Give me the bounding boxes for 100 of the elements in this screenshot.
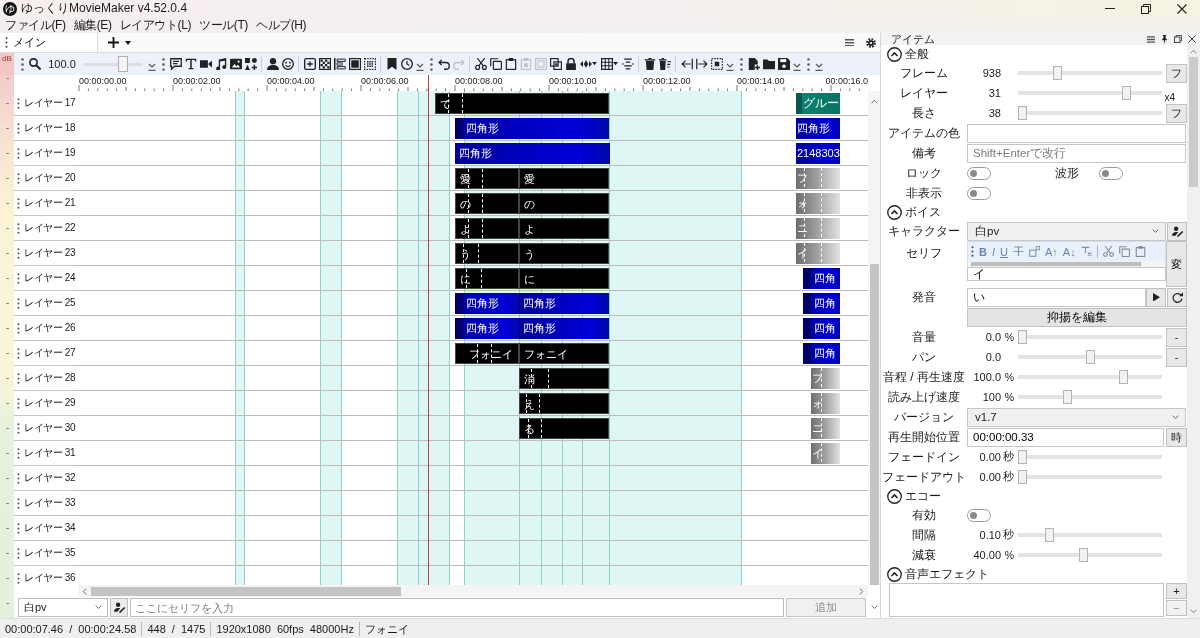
shape-clip[interactable]: 四角形 bbox=[455, 318, 519, 339]
cut-icon[interactable] bbox=[474, 58, 487, 70]
grip-icon[interactable] bbox=[17, 247, 20, 259]
overflow-icon[interactable] bbox=[148, 63, 156, 71]
grip-icon[interactable] bbox=[17, 97, 20, 109]
close-icon[interactable] bbox=[1188, 35, 1196, 43]
convert-button[interactable]: 変 bbox=[1166, 241, 1187, 287]
plus-icon[interactable] bbox=[108, 37, 119, 48]
property-button[interactable]: - bbox=[1166, 327, 1187, 347]
grip-icon[interactable] bbox=[807, 57, 810, 71]
grip-icon[interactable] bbox=[17, 147, 20, 159]
menu-item[interactable]: ヘルプ(H) bbox=[255, 16, 307, 34]
overflow-icon[interactable] bbox=[416, 63, 424, 71]
diamond-arrows-icon[interactable] bbox=[579, 58, 592, 70]
shape-clip[interactable]: 四角 bbox=[803, 268, 840, 289]
bookmark-icon[interactable] bbox=[385, 58, 398, 70]
faded-clip[interactable]: ニ bbox=[796, 218, 840, 239]
menu-item[interactable]: 編集(E) bbox=[73, 16, 112, 34]
trash-icon[interactable] bbox=[643, 58, 656, 70]
scrollbar-thumb[interactable] bbox=[971, 262, 1141, 266]
shape-clip[interactable]: 四角形 bbox=[519, 293, 609, 314]
grip-icon[interactable] bbox=[17, 397, 20, 409]
slider-thumb[interactable] bbox=[1018, 450, 1027, 464]
edit-intonation-button[interactable]: 抑揚を編集 bbox=[967, 307, 1187, 327]
grip-icon[interactable] bbox=[17, 547, 20, 559]
grip-icon[interactable] bbox=[17, 372, 20, 384]
toggle-switch[interactable] bbox=[1099, 166, 1123, 180]
image-icon[interactable] bbox=[229, 58, 242, 70]
scrollbar-thumb[interactable] bbox=[91, 586, 401, 596]
character-button[interactable] bbox=[1167, 221, 1187, 241]
voice-clip[interactable]: よ bbox=[455, 218, 519, 239]
shapes-icon[interactable] bbox=[244, 58, 257, 70]
grip-icon[interactable] bbox=[17, 297, 20, 309]
grip-icon[interactable] bbox=[740, 57, 743, 71]
video-camera-icon[interactable] bbox=[199, 58, 212, 70]
grip-icon[interactable] bbox=[17, 572, 20, 584]
shape-clip[interactable]: 四角 bbox=[803, 318, 840, 339]
slider-thumb[interactable] bbox=[1018, 330, 1027, 344]
grid-icon[interactable] bbox=[600, 58, 613, 70]
grip-icon[interactable] bbox=[17, 222, 20, 234]
grip-icon[interactable] bbox=[17, 447, 20, 459]
dropdown[interactable]: v1.7 bbox=[967, 407, 1186, 427]
slider-thumb[interactable] bbox=[1085, 350, 1095, 364]
shape-clip[interactable]: 四角形 bbox=[455, 118, 609, 139]
group-clip[interactable]: グルー bbox=[796, 93, 840, 114]
property-button[interactable]: - bbox=[1166, 347, 1187, 367]
voice-clip[interactable]: 愛 bbox=[455, 168, 519, 189]
grip-icon[interactable] bbox=[17, 472, 20, 484]
grip-icon[interactable] bbox=[430, 57, 433, 71]
voice-clip[interactable]: う bbox=[519, 243, 609, 264]
save-icon[interactable] bbox=[777, 58, 790, 70]
scroll-up-icon[interactable] bbox=[870, 99, 878, 104]
slider-thumb[interactable] bbox=[1121, 86, 1131, 100]
shape-clip[interactable]: 四角形 bbox=[455, 293, 519, 314]
grip-icon[interactable] bbox=[17, 497, 20, 509]
voice-clip[interactable]: う bbox=[455, 243, 519, 264]
input-field[interactable]: 00:00:00.33 bbox=[967, 427, 1164, 447]
plus-square-icon[interactable] bbox=[303, 58, 316, 70]
toggle-switch[interactable] bbox=[967, 166, 991, 180]
slider-thumb[interactable] bbox=[1078, 548, 1088, 562]
voice-clip[interactable]: よ bbox=[519, 218, 609, 239]
framed-square-icon[interactable] bbox=[348, 58, 361, 70]
slider-thumb[interactable] bbox=[117, 56, 128, 72]
voice-clip[interactable]: え bbox=[519, 393, 609, 414]
shape-clip[interactable]: 四角形 bbox=[796, 118, 840, 139]
voice-clip[interactable]: フォニイ bbox=[519, 343, 609, 364]
folder-icon[interactable] bbox=[762, 58, 775, 70]
lock-icon[interactable] bbox=[564, 58, 577, 70]
scrollbar-thumb[interactable] bbox=[1189, 57, 1198, 187]
comment-icon[interactable] bbox=[169, 58, 182, 70]
input-field[interactable]: Shift+Enterで改行 bbox=[967, 143, 1186, 163]
voice-clip[interactable]: に bbox=[519, 268, 609, 289]
faded-clip[interactable]: イ bbox=[811, 443, 840, 464]
scroll-left-icon[interactable] bbox=[82, 587, 87, 595]
grip-icon[interactable] bbox=[17, 122, 20, 134]
slider-thumb[interactable] bbox=[1018, 470, 1027, 484]
character-dropdown[interactable]: 白pv bbox=[18, 598, 108, 617]
music-note-icon[interactable] bbox=[214, 58, 227, 70]
caret-icon[interactable] bbox=[592, 62, 597, 66]
grip-icon[interactable] bbox=[5, 37, 8, 48]
slider-thumb[interactable] bbox=[1018, 106, 1027, 120]
overflow-icon[interactable] bbox=[793, 63, 801, 71]
checkerboard-icon[interactable] bbox=[318, 58, 331, 70]
input-field[interactable]: い bbox=[967, 287, 1146, 307]
faded-clip[interactable]: ニ bbox=[811, 418, 840, 439]
play-button[interactable] bbox=[1146, 287, 1166, 307]
person-icon[interactable] bbox=[266, 58, 279, 70]
arrow-right-bar-icon[interactable] bbox=[695, 58, 708, 70]
voice-clip[interactable]: の bbox=[519, 193, 609, 214]
voice-clip[interactable]: 愛 bbox=[519, 168, 609, 189]
restore-icon[interactable] bbox=[1141, 3, 1151, 14]
pin-icon[interactable] bbox=[1161, 35, 1168, 43]
grip-icon[interactable] bbox=[971, 246, 974, 257]
voice-clip[interactable]: の bbox=[455, 193, 519, 214]
text-icon[interactable] bbox=[184, 58, 197, 70]
dotted-grid-icon[interactable] bbox=[363, 58, 376, 70]
grip-icon[interactable] bbox=[17, 197, 20, 209]
trash-list-icon[interactable] bbox=[658, 58, 671, 70]
menu-item[interactable]: レイアウト(L) bbox=[119, 16, 191, 34]
align-center-icon[interactable] bbox=[621, 58, 634, 70]
